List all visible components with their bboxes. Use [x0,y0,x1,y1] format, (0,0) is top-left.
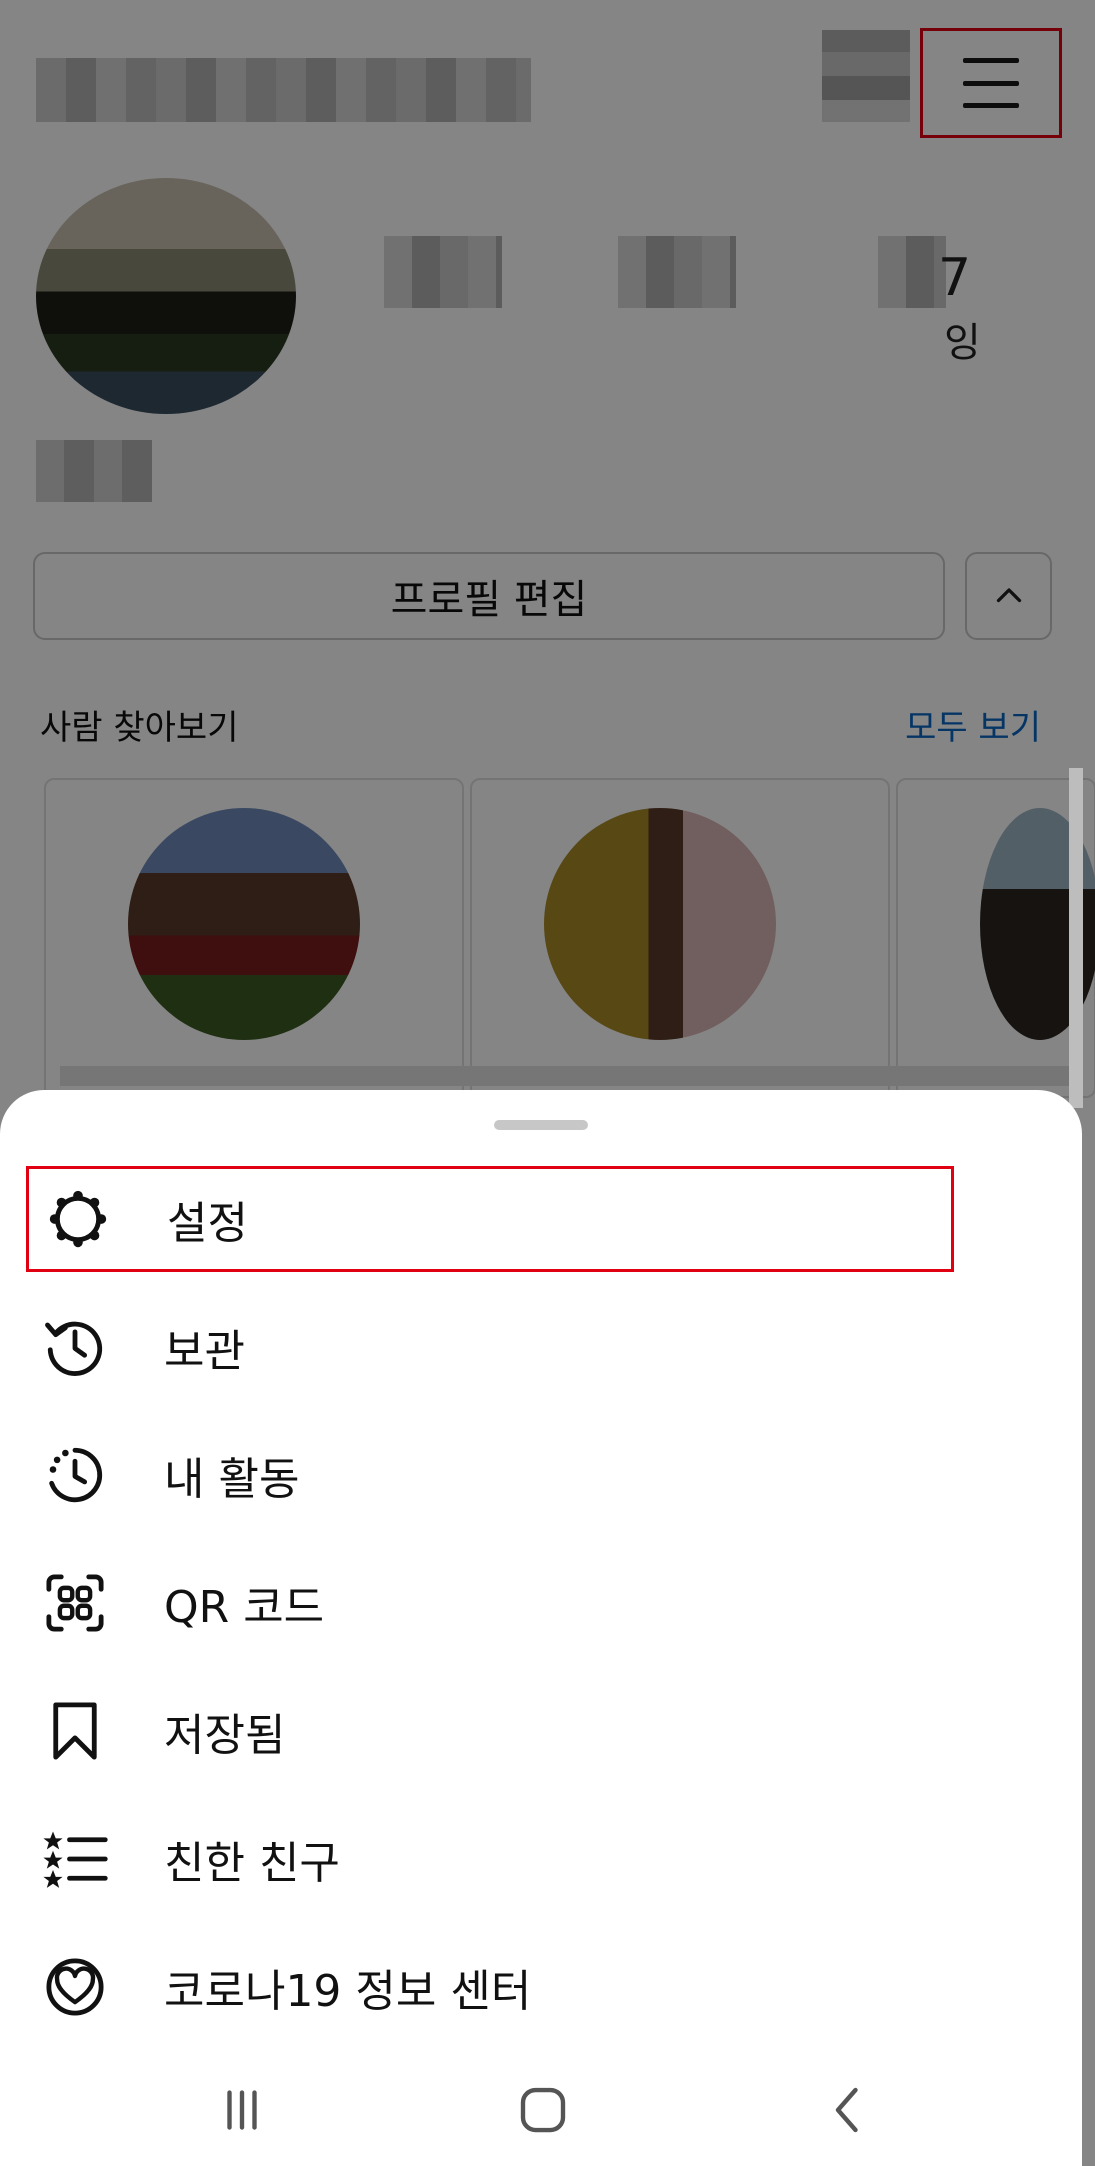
close-friends-list-icon [40,1824,110,1894]
qr-code-icon [40,1568,110,1638]
menu-item-settings[interactable]: 설정 [26,1166,954,1272]
back-button[interactable] [808,2080,888,2140]
menu-item-label: QR 코드 [164,1582,325,1633]
back-icon [835,2087,858,2133]
menu-item-close-friends[interactable]: 친한 친구 [26,1806,954,1912]
menu-item-saved[interactable]: 저장됨 [26,1678,954,1784]
menu-item-qr-code[interactable]: QR 코드 [26,1550,954,1656]
activity-clock-icon [40,1440,110,1510]
menu-item-label: 저장됨 [164,1710,286,1761]
menu-item-label: 보관 [164,1326,245,1377]
home-icon [520,2087,566,2133]
options-bottom-sheet: 설정 보관 내 활동 QR 코드 저장됨 친한 친구 코로나19 정보 센터 [0,1090,1082,2166]
archive-history-icon [40,1312,110,1382]
recent-apps-button[interactable] [202,2080,282,2140]
menu-item-your-activity[interactable]: 내 활동 [26,1422,954,1528]
menu-item-label: 설정 [167,1198,248,1249]
menu-item-label: 코로나19 정보 센터 [164,1966,532,2017]
menu-item-label: 내 활동 [164,1454,300,1505]
recent-apps-icon [227,2090,257,2130]
menu-item-label: 친한 친구 [164,1838,340,1889]
home-button[interactable] [503,2080,583,2140]
bookmark-icon [40,1696,110,1766]
gear-icon [43,1184,113,1254]
covid-info-heart-icon [40,1952,110,2022]
sheet-drag-handle[interactable] [494,1120,588,1130]
system-nav-bar [0,2050,1082,2166]
menu-item-archive[interactable]: 보관 [26,1294,954,1400]
scrollbar [1069,768,1083,1108]
menu-item-covid-info-center[interactable]: 코로나19 정보 센터 [26,1934,954,2040]
